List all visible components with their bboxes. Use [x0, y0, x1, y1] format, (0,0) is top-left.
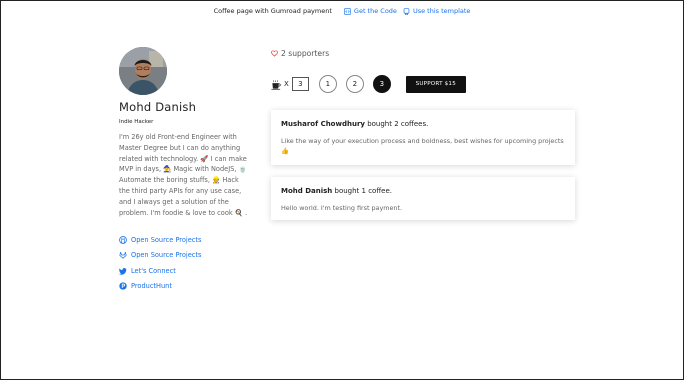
supporter-card: Mohd Danish bought 1 coffee. Hello world…: [271, 177, 575, 220]
profile-panel: Mohd Danish Indie Hacker I'm 26y old Fro…: [119, 47, 254, 294]
supporter-message: Like the way of your execution process a…: [281, 137, 564, 155]
producthunt-icon: [119, 282, 127, 290]
link-gitlab-label: Open Source Projects: [131, 251, 202, 260]
use-template-link[interactable]: Use this template: [403, 7, 470, 15]
coffee-cup-icon: [271, 79, 282, 90]
quantity-input[interactable]: 3: [291, 77, 309, 91]
support-button[interactable]: SUPPORT $15: [405, 75, 466, 93]
supporters-label: 2 supporters: [281, 49, 330, 58]
supporter-message: Hello world. I'm testing first payment.: [281, 204, 402, 212]
quantity-option-2[interactable]: 2: [345, 75, 364, 93]
quantity-option-3[interactable]: 3: [372, 75, 391, 93]
coffee-selector: X 3 1 2 3 SUPPORT $15: [271, 75, 466, 93]
link-producthunt-label: ProductHunt: [131, 281, 172, 290]
profile-bio: I'm 26y old Front-end Engineer with Mast…: [119, 133, 248, 217]
topbar-title: Coffee page with Gumroad payment: [213, 7, 332, 15]
code-icon: [344, 7, 351, 15]
profile-links: Open Source Projects Open Source Project…: [119, 232, 254, 293]
template-icon: [403, 7, 410, 15]
supporter-card-header: Musharof Chowdhury bought 2 coffees.: [281, 120, 565, 128]
top-bar: Coffee page with Gumroad payment Get the…: [1, 1, 683, 21]
supporter-card-header: Mohd Danish bought 1 coffee.: [281, 187, 565, 195]
twitter-icon: [119, 267, 127, 275]
supporter-action: bought 2 coffees.: [364, 120, 429, 128]
profile-name: Mohd Danish: [119, 100, 197, 114]
supporters-count: 2 supporters: [271, 49, 329, 58]
link-gitlab[interactable]: Open Source Projects: [119, 248, 254, 263]
link-github[interactable]: Open Source Projects: [119, 232, 254, 247]
supporter-name: Musharof Chowdhury: [281, 120, 365, 128]
times-symbol: X: [284, 80, 289, 88]
link-twitter-label: Let's Connect: [131, 266, 176, 275]
link-producthunt[interactable]: ProductHunt: [119, 278, 254, 293]
use-template-label: Use this template: [412, 7, 471, 15]
quantity-option-1[interactable]: 1: [318, 75, 337, 93]
avatar: [119, 47, 167, 95]
profile-role: Indie Hacker: [119, 119, 154, 125]
github-icon: [119, 236, 127, 244]
link-github-label: Open Source Projects: [131, 236, 202, 245]
gitlab-icon: [119, 251, 127, 259]
supporter-action: bought 1 coffee.: [332, 187, 393, 195]
link-twitter[interactable]: Let's Connect: [119, 263, 254, 278]
supporter-name: Mohd Danish: [281, 187, 333, 195]
get-code-label: Get the Code: [353, 7, 397, 15]
supporter-card: Musharof Chowdhury bought 2 coffees. Lik…: [271, 110, 575, 165]
heart-icon: [271, 50, 278, 57]
get-code-link[interactable]: Get the Code: [344, 7, 397, 15]
